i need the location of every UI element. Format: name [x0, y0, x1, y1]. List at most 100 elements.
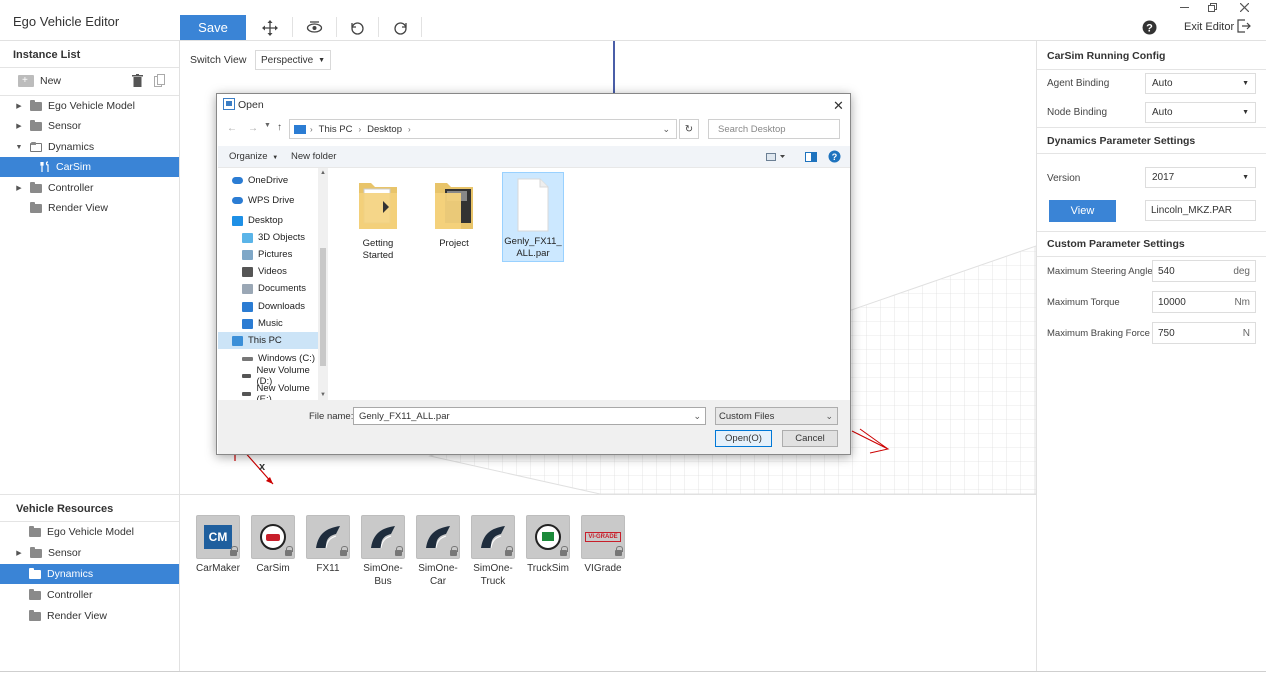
forward-icon[interactable]: → [248, 123, 258, 134]
folder-open-icon [30, 141, 42, 152]
resource-item-sensor[interactable]: ▶ Sensor [0, 543, 179, 563]
tree-item-ego-vehicle-model[interactable]: ▶ Ego Vehicle Model [0, 96, 179, 116]
chevron-right-icon[interactable]: ▶ [15, 122, 23, 130]
file-item-project[interactable]: Project [423, 174, 485, 264]
chevron-down-icon[interactable]: ▼ [15, 143, 23, 151]
nav-item[interactable]: Downloads [218, 298, 318, 315]
version-select[interactable]: 2017 ▼ [1145, 167, 1256, 188]
resource-item-dynamics[interactable]: Dynamics [0, 564, 179, 584]
view-button[interactable]: View [1049, 200, 1116, 222]
chevron-down-icon[interactable]: ⌄ [693, 411, 701, 422]
save-button[interactable]: Save [180, 15, 246, 40]
window-close-icon[interactable] [1240, 3, 1249, 12]
resource-item-render-view[interactable]: Render View [0, 606, 179, 626]
chevron-right-icon[interactable]: ▶ [15, 102, 23, 110]
tree-item-sensor[interactable]: ▶ Sensor [0, 116, 179, 136]
divider [1037, 127, 1266, 128]
file-name-input[interactable]: Genly_FX11_ALL.par ⌄ [353, 407, 706, 425]
file-name-label: File name: [309, 411, 354, 422]
tree-item-render-view[interactable]: Render View [0, 198, 179, 218]
copy-icon[interactable] [154, 74, 165, 87]
exit-icon[interactable] [1237, 19, 1251, 33]
steering-angle-input[interactable]: 540 deg [1152, 260, 1256, 282]
nav-item[interactable]: Videos [218, 263, 318, 280]
refresh-icon[interactable]: ↻ [679, 119, 699, 139]
breadcrumb-this-pc[interactable]: This PC [319, 124, 353, 135]
tree-item-dynamics[interactable]: ▼ Dynamics [0, 137, 179, 157]
resource-card[interactable] [526, 515, 570, 559]
resource-card[interactable] [416, 515, 460, 559]
axis-line [613, 41, 615, 101]
nav-item-label: Documents [258, 283, 307, 294]
tree-item-controller[interactable]: ▶ Controller [0, 178, 179, 198]
tree-item-label: Ego Vehicle Model [47, 526, 134, 538]
view-options-icon[interactable] [766, 152, 786, 162]
help-icon[interactable]: ? [828, 150, 841, 163]
agent-binding-select[interactable]: Auto ▼ [1145, 73, 1256, 94]
nav-item[interactable]: This PC [218, 332, 318, 349]
resource-card-label-line: Car [429, 576, 447, 587]
resource-card[interactable] [251, 515, 295, 559]
up-icon[interactable]: ↑ [277, 122, 282, 133]
switch-view-select[interactable]: Perspective ▼ [255, 50, 331, 70]
nav-item[interactable]: Documents [218, 280, 318, 297]
resource-card[interactable] [361, 515, 405, 559]
nav-item[interactable]: WPS Drive [218, 192, 318, 209]
nav-item[interactable]: Desktop [218, 212, 318, 229]
folder-icon [30, 201, 42, 213]
dialog-close-icon[interactable]: ✕ [833, 98, 844, 114]
resource-card[interactable] [471, 515, 515, 559]
resource-card-label: VIGrade [573, 562, 633, 575]
node-binding-value: Auto [1152, 107, 1173, 118]
rotate-right-icon[interactable] [389, 17, 411, 39]
rotate-view-icon[interactable] [303, 17, 325, 39]
new-instance-button[interactable]: + New [18, 75, 61, 87]
nav-item[interactable]: OneDrive [218, 172, 318, 189]
resource-card[interactable]: VI-GRADE [581, 515, 625, 559]
exit-editor-link[interactable]: Exit Editor [1184, 21, 1234, 33]
nav-item[interactable]: New Volume (E:) [218, 383, 318, 400]
chevron-right-icon[interactable]: ▶ [15, 184, 23, 192]
resource-card[interactable] [306, 515, 350, 559]
file-type-select[interactable]: Custom Files ⌄ [715, 407, 838, 425]
resource-card-label-line: CarSim [256, 563, 290, 574]
back-icon[interactable]: ← [227, 123, 237, 134]
delete-icon[interactable] [132, 74, 143, 87]
search-input[interactable]: Search Desktop [708, 119, 840, 139]
max-torque-input[interactable]: 10000 Nm [1152, 291, 1256, 313]
chevron-down-icon[interactable]: ⌄ [662, 124, 670, 135]
par-file-field[interactable]: Lincoln_MKZ.PAR [1145, 200, 1256, 221]
nav-item[interactable]: Pictures [218, 246, 318, 263]
cancel-button[interactable]: Cancel [782, 430, 838, 447]
resource-item-ego-vehicle-model[interactable]: Ego Vehicle Model [0, 522, 179, 542]
resource-item-controller[interactable]: Controller [0, 585, 179, 605]
file-icon [517, 178, 549, 232]
onedrive-icon [232, 177, 243, 184]
chevron-right-icon[interactable]: ▶ [15, 549, 23, 557]
tree-item-label: CarSim [56, 161, 92, 173]
braking-force-input[interactable]: 750 N [1152, 322, 1256, 344]
breadcrumb-desktop[interactable]: Desktop [367, 124, 402, 135]
nav-scrollbar[interactable]: ▲ ▼ [318, 168, 328, 400]
new-folder-button[interactable]: New folder [291, 151, 336, 162]
nav-item-label: 3D Objects [258, 232, 305, 243]
resource-card-label: SimOne- Truck [463, 562, 523, 588]
address-bar[interactable]: › This PC › Desktop › ⌄ [289, 119, 677, 139]
restore-icon[interactable] [1208, 3, 1217, 12]
recent-locations-icon[interactable]: ▼ [264, 122, 271, 129]
resource-card[interactable]: CM [196, 515, 240, 559]
rotate-left-icon[interactable] [346, 17, 368, 39]
move-icon[interactable] [259, 17, 281, 39]
nav-item[interactable]: New Volume (D:) [218, 365, 318, 387]
file-item-getting-started[interactable]: Getting Started [347, 174, 409, 264]
tree-item-carsim[interactable]: CarSim [0, 157, 179, 177]
organize-menu[interactable]: Organize ▼ [229, 151, 278, 162]
open-button[interactable]: Open(O) [715, 430, 772, 447]
node-binding-select[interactable]: Auto ▼ [1145, 102, 1256, 123]
nav-item[interactable]: 3D Objects [218, 229, 318, 246]
help-icon[interactable]: ? [1142, 20, 1157, 35]
minimize-icon[interactable] [1180, 2, 1190, 12]
preview-pane-icon[interactable] [805, 152, 817, 162]
file-item-genly-fx11-all-par[interactable]: Genly_FX11_ ALL.par [502, 172, 564, 262]
nav-item[interactable]: Music [218, 315, 318, 332]
